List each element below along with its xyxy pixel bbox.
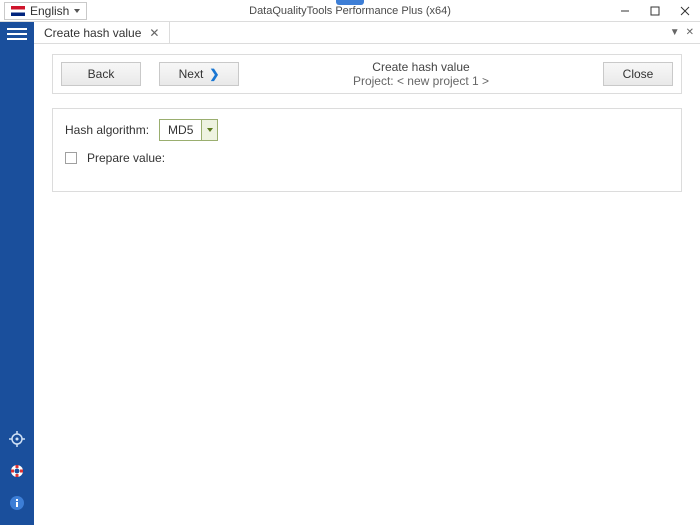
tab-menu-caret-icon[interactable]: ▼ (670, 27, 680, 38)
window-controls (610, 0, 700, 22)
minimize-icon (620, 6, 630, 16)
next-button-label: Next (179, 67, 204, 81)
next-button[interactable]: Next ❯ (159, 62, 239, 86)
title-bar: English DataQualityTools Performance Plu… (0, 0, 700, 22)
window-title: DataQualityTools Performance Plus (x64) (249, 5, 451, 17)
menu-button[interactable] (7, 26, 27, 42)
maximize-icon (650, 6, 660, 16)
language-label: English (30, 4, 69, 18)
prepare-value-checkbox[interactable] (65, 152, 77, 164)
tab-create-hash-value[interactable]: Create hash value ✕ (34, 22, 170, 43)
tab-label: Create hash value (44, 26, 141, 40)
wizard-header-panel: Back Next ❯ Create hash value Project: <… (52, 54, 682, 94)
info-icon (9, 495, 25, 511)
info-button[interactable] (7, 493, 27, 513)
back-button-label: Back (88, 67, 115, 81)
chevron-right-icon: ❯ (209, 67, 219, 81)
chevron-down-icon (74, 9, 80, 13)
maximize-button[interactable] (640, 0, 670, 22)
hash-algorithm-label: Hash algorithm: (65, 123, 149, 137)
wizard-title: Create hash value (257, 60, 585, 74)
wizard-subtitle: Project: < new project 1 > (257, 74, 585, 88)
hash-algorithm-value: MD5 (160, 123, 201, 137)
sidebar (0, 22, 34, 525)
language-selector[interactable]: English (4, 2, 87, 20)
back-button[interactable]: Back (61, 62, 141, 86)
chevron-down-icon (207, 128, 213, 132)
close-button-label: Close (623, 67, 654, 81)
tab-close-icon[interactable]: ✕ (149, 26, 159, 40)
main-area: Create hash value ✕ ▼ ✕ Back Next ❯ Crea… (34, 22, 700, 525)
close-window-button[interactable] (670, 0, 700, 22)
minimize-button[interactable] (610, 0, 640, 22)
settings-button[interactable] (7, 429, 27, 449)
select-dropdown-button[interactable] (201, 120, 217, 140)
prepare-value-label: Prepare value: (87, 151, 165, 165)
hash-algorithm-select[interactable]: MD5 (159, 119, 218, 141)
form-panel: Hash algorithm: MD5 Prepare value: (52, 108, 682, 192)
lifebuoy-icon (9, 463, 25, 479)
tab-strip: Create hash value ✕ ▼ ✕ (34, 22, 700, 44)
tab-menu-close-icon[interactable]: ✕ (686, 27, 694, 38)
close-button[interactable]: Close (603, 62, 673, 86)
close-icon (680, 6, 690, 16)
gear-icon (9, 431, 25, 447)
help-button[interactable] (7, 461, 27, 481)
flag-icon (11, 6, 25, 16)
